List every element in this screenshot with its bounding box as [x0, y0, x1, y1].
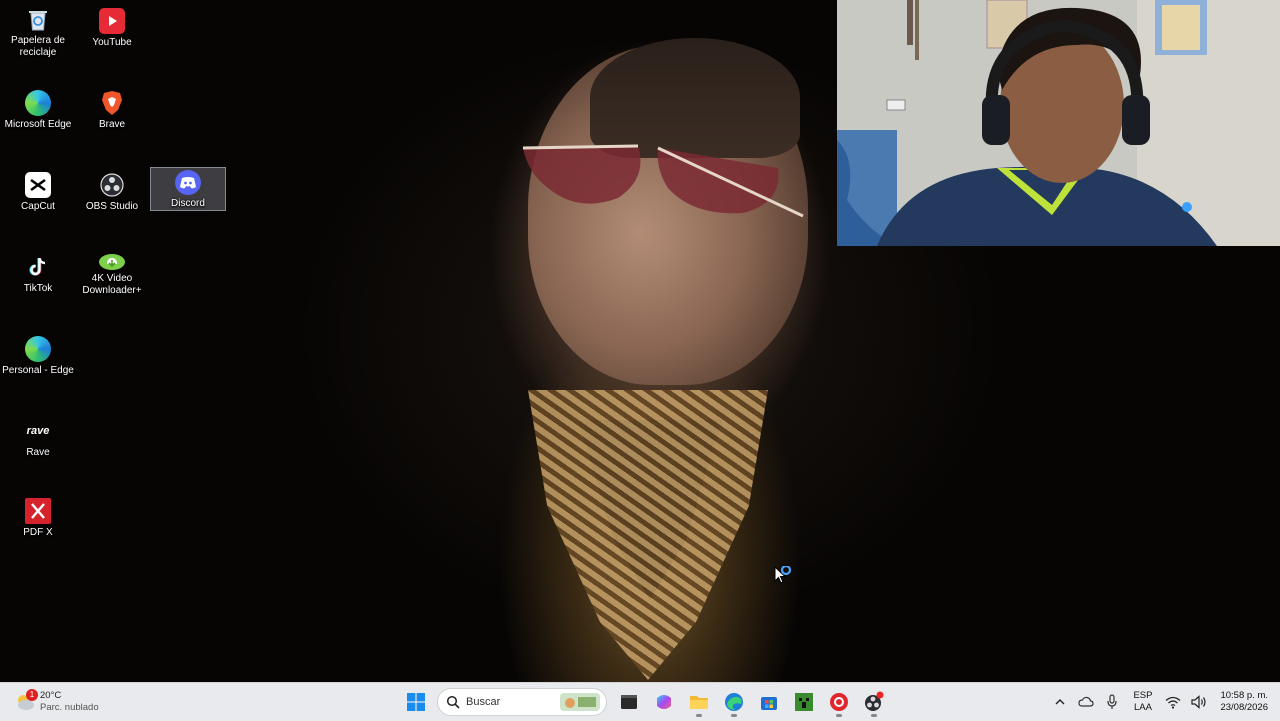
obs-red-icon: [829, 693, 848, 711]
clock-time: 10:58 p. m.: [1220, 690, 1268, 701]
desktop-icon-label: 4K Video Downloader+: [82, 273, 142, 296]
taskbar-store[interactable]: [753, 686, 785, 718]
desktop-icon-edge-personal[interactable]: Personal - Edge: [0, 334, 76, 378]
recycle-bin-icon: [25, 8, 51, 32]
clock-date: 23/08/2026: [1220, 702, 1268, 713]
capcut-icon: [25, 172, 51, 198]
tray-volume[interactable]: [1188, 691, 1210, 713]
keyboard-layout: LAA: [1133, 702, 1152, 713]
desktop-icon-label: Rave: [26, 447, 50, 458]
taskbar-edge[interactable]: [718, 686, 750, 718]
microphone-icon: [1107, 694, 1118, 709]
desktop-icon-youtube[interactable]: YouTube: [74, 6, 150, 50]
desktop-icon-label: Discord: [171, 198, 205, 209]
wallpaper-sunglasses: [522, 144, 804, 218]
weather-condition: Parc. nublado: [40, 702, 99, 713]
pdfx-icon: [25, 498, 51, 524]
edge-profile-icon: [25, 336, 51, 362]
tray-onedrive[interactable]: [1075, 691, 1097, 713]
desktop-icon-brave[interactable]: Brave: [74, 88, 150, 132]
webcam-overlay: [837, 0, 1280, 246]
taskbar-apps: Buscar: [398, 686, 891, 718]
desktop-icon-pdfx[interactable]: PDF X: [0, 496, 76, 540]
running-indicator: [730, 714, 737, 717]
terminal-icon: [620, 695, 637, 709]
running-indicator: [695, 714, 702, 717]
tray-overflow-button[interactable]: [1049, 691, 1071, 713]
weather-cloud-icon: 1: [14, 689, 38, 713]
edge-icon: [724, 693, 743, 711]
discord-icon: [175, 170, 201, 195]
desktop-icon-label: CapCut: [21, 201, 55, 212]
desktop-icon-grid: Papelera de reciclaje YouTube Microsoft …: [0, 0, 240, 680]
taskbar-obs-red[interactable]: [823, 686, 855, 718]
webcam-scene: [837, 0, 1280, 246]
desktop-icon-capcut[interactable]: CapCut: [0, 170, 76, 214]
desktop-icon-label: Papelera de reciclaje: [11, 35, 65, 58]
4k-downloader-icon: [99, 254, 125, 270]
m365-icon: [656, 695, 671, 709]
desktop-icon-recycle-bin[interactable]: Papelera de reciclaje: [0, 6, 76, 58]
obs-icon: [99, 172, 125, 198]
volume-icon: [1191, 695, 1207, 709]
taskbar-m365[interactable]: [648, 686, 680, 718]
taskbar-clock[interactable]: 10:58 p. m. 23/08/2026: [1220, 690, 1268, 714]
search-icon: [446, 695, 460, 709]
desktop-icon-label: OBS Studio: [85, 201, 139, 212]
running-indicator: [870, 714, 877, 717]
desktop-icon-label: Brave: [98, 119, 126, 130]
desktop-icon-4k-downloader[interactable]: 4K Video Downloader+: [74, 252, 150, 296]
desktop-icon-rave[interactable]: rave Rave: [0, 416, 76, 460]
taskbar: 1 20°C Parc. nublado Buscar ESP LAA 10:5…: [0, 682, 1280, 721]
desktop-icon-label: TikTok: [23, 283, 53, 294]
wallpaper-chains: [528, 390, 768, 680]
start-icon: [406, 693, 425, 711]
running-indicator: [835, 714, 842, 717]
start-button[interactable]: [400, 686, 432, 718]
weather-badge: 1: [26, 689, 38, 701]
desktop-icon-label: Microsoft Edge: [4, 119, 72, 130]
tray-microphone[interactable]: [1101, 691, 1123, 713]
wifi-icon: [1166, 696, 1181, 709]
cloud-icon: [1078, 696, 1095, 707]
minecraft-icon: [794, 693, 813, 711]
language-code: ESP: [1133, 690, 1153, 701]
system-tray: ESP LAA 10:58 p. m. 23/08/2026: [1047, 686, 1268, 718]
tray-wifi[interactable]: [1162, 691, 1184, 713]
edge-icon: [25, 90, 51, 116]
brave-icon: [99, 90, 125, 116]
chevron-up-icon: [1055, 699, 1065, 705]
youtube-icon: [99, 8, 125, 34]
obs-record-icon: [864, 691, 883, 711]
rave-icon: rave: [26, 425, 50, 437]
taskbar-search-box[interactable]: Buscar: [437, 688, 607, 716]
taskbar-terminal[interactable]: [613, 686, 645, 718]
store-icon: [760, 697, 777, 710]
desktop-icon-edge[interactable]: Microsoft Edge: [0, 88, 76, 132]
taskbar-obs-studio[interactable]: [858, 686, 890, 718]
language-indicator[interactable]: ESP LAA: [1133, 690, 1152, 714]
desktop-icon-discord[interactable]: Discord: [150, 167, 226, 211]
search-placeholder: Buscar: [466, 696, 501, 708]
desktop-icon-label: YouTube: [92, 37, 132, 48]
desktop-icon-label: PDF X: [23, 527, 53, 538]
taskbar-minecraft[interactable]: [788, 686, 820, 718]
weather-temperature: 20°C: [40, 690, 62, 701]
weather-widget[interactable]: 1 20°C Parc. nublado: [14, 687, 99, 717]
desktop-icon-obs[interactable]: OBS Studio: [74, 170, 150, 214]
desktop-icon-tiktok[interactable]: TikTok: [0, 252, 76, 296]
desktop-icon-label: Personal - Edge: [2, 365, 74, 376]
file-explorer-icon: [689, 696, 708, 709]
taskbar-file-explorer[interactable]: [683, 686, 715, 718]
search-highlight-icon: [560, 693, 600, 711]
mouse-cursor-busy-icon: [774, 564, 796, 591]
tiktok-icon: [25, 254, 51, 280]
